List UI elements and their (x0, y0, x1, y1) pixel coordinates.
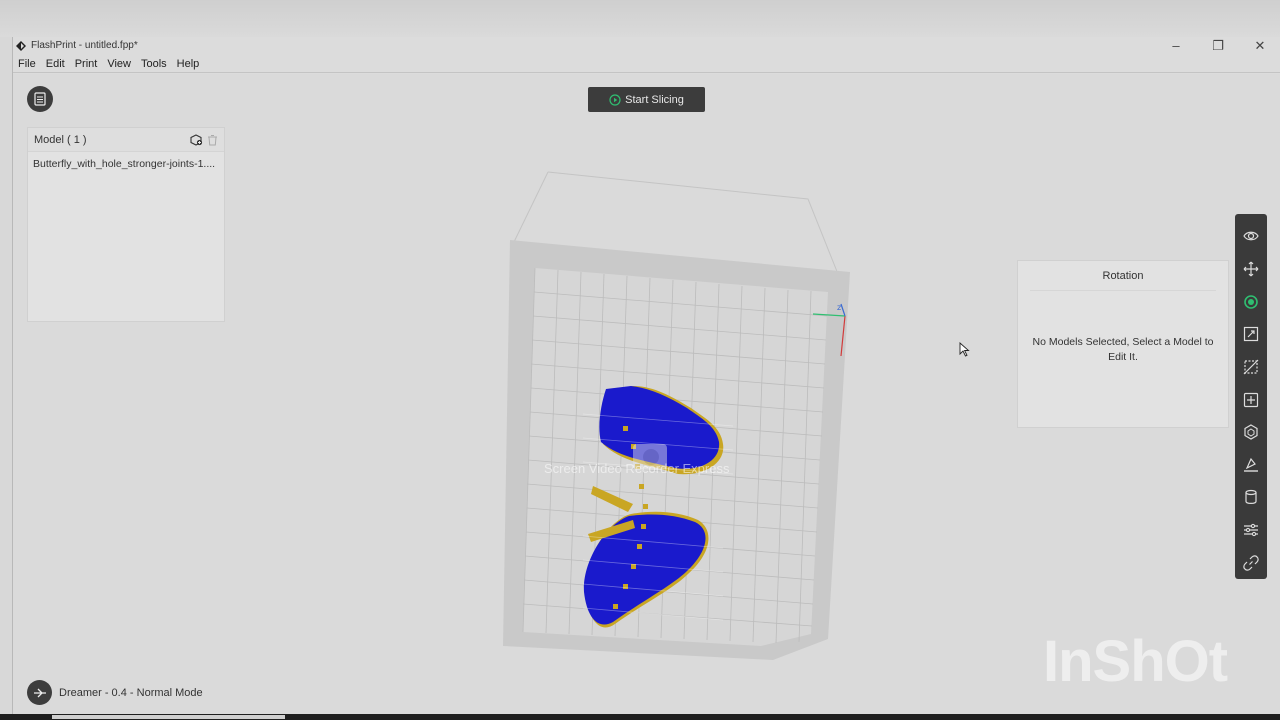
cut-icon (1243, 359, 1259, 375)
machine-status-button[interactable] (27, 680, 52, 705)
build-plate-scene: z (503, 171, 850, 660)
restore-icon[interactable]: ❐ (1212, 37, 1224, 54)
title-bar: FlashPrint - untitled.fpp* – ❐ ✕ (13, 37, 1280, 54)
model-list-title: Model ( 1 ) (34, 133, 87, 146)
video-top-blur (0, 0, 1280, 37)
tool-support[interactable] (1235, 383, 1267, 416)
minimize-icon[interactable]: – (1170, 37, 1182, 54)
menu-bar: File Edit Print View Tools Help (13, 55, 1280, 73)
start-slicing-button[interactable]: Start Slicing (588, 87, 705, 112)
cylinder-icon (1245, 490, 1257, 505)
tool-hollow[interactable] (1235, 416, 1267, 449)
recorder-watermark: Screen Video Recorder Express (544, 461, 730, 476)
rotate-icon (1244, 294, 1258, 309)
3d-viewport[interactable]: Start Slicing Model ( 1 ) Butterfly_with… (13, 74, 1280, 717)
hollow-icon (1244, 424, 1258, 440)
close-icon[interactable]: ✕ (1254, 37, 1266, 54)
menu-view[interactable]: View (102, 55, 136, 73)
model-list-item[interactable]: Butterfly_with_hole_stronger-joints-1...… (28, 152, 224, 176)
window-title: FlashPrint - untitled.fpp* (31, 40, 138, 51)
view-icon (1243, 231, 1259, 241)
move-icon (1243, 261, 1259, 277)
model-list-panel: Model ( 1 ) Butterfly_with_hole_stronger… (27, 127, 225, 322)
document-icon (34, 92, 46, 106)
link-icon (1243, 554, 1259, 571)
right-tool-bar (1235, 214, 1267, 579)
file-panel-button[interactable] (27, 86, 53, 112)
menu-print[interactable]: Print (70, 55, 103, 73)
svg-text:z: z (837, 303, 841, 312)
status-bar: Dreamer - 0.4 - Normal Mode (27, 680, 203, 705)
delete-icon[interactable] (207, 134, 218, 146)
tool-view[interactable] (1235, 220, 1267, 253)
model-list-header: Model ( 1 ) (28, 128, 224, 152)
flashprint-window: FlashPrint - untitled.fpp* – ❐ ✕ File Ed… (12, 37, 1280, 717)
machine-status-text: Dreamer - 0.4 - Normal Mode (59, 686, 203, 699)
window-controls: – ❐ ✕ (1170, 37, 1266, 54)
model-list-actions (190, 133, 218, 146)
menu-file[interactable]: File (13, 55, 41, 73)
add-model-icon[interactable] (190, 133, 203, 146)
rotation-panel: Rotation No Models Selected, Select a Mo… (1017, 260, 1229, 428)
menu-tools[interactable]: Tools (136, 55, 172, 73)
level-icon (1244, 457, 1258, 472)
printer-nozzle-icon (33, 688, 46, 697)
tool-scale[interactable] (1235, 318, 1267, 351)
add-support-icon (1243, 392, 1259, 407)
tool-link[interactable] (1235, 546, 1267, 579)
tool-rotate[interactable] (1235, 285, 1267, 318)
tool-cut[interactable] (1235, 351, 1267, 384)
video-progress-fill (52, 715, 285, 719)
rotation-panel-message: No Models Selected, Select a Model to Ed… (1032, 336, 1214, 363)
menu-help[interactable]: Help (172, 55, 205, 73)
start-slicing-label: Start Slicing (625, 93, 684, 106)
flashprint-logo-icon (16, 40, 26, 51)
tool-move[interactable] (1235, 253, 1267, 286)
tool-cylinder[interactable] (1235, 481, 1267, 514)
rotation-panel-title: Rotation (1030, 261, 1216, 291)
menu-edit[interactable]: Edit (41, 55, 70, 73)
scale-icon (1243, 327, 1259, 342)
tool-settings[interactable] (1235, 514, 1267, 547)
mouse-cursor (959, 342, 970, 357)
tool-level[interactable] (1235, 448, 1267, 481)
inshot-watermark: InShOt (1043, 629, 1228, 694)
play-circle-icon (609, 93, 621, 106)
settings-sliders-icon (1244, 523, 1258, 537)
